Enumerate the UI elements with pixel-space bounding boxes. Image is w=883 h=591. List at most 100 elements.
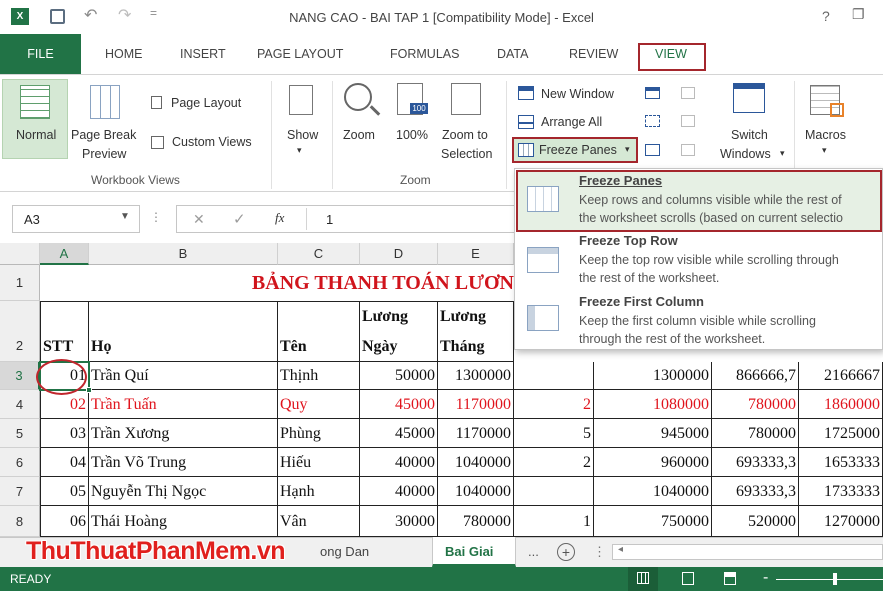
ribbon-display-icon[interactable]: ❐ [852, 6, 865, 23]
cell-r6-g[interactable]: 960000 [594, 448, 712, 477]
cell-r7-ho[interactable]: Nguyễn Thị Ngọc [89, 477, 278, 506]
cell-r4-i[interactable]: 1860000 [799, 390, 883, 419]
sheet-bar-grip-icon[interactable]: ⋮ [593, 544, 606, 560]
cell-r3-e[interactable]: 1300000 [438, 362, 514, 390]
cell-r6-e[interactable]: 1040000 [438, 448, 514, 477]
col-header-c[interactable]: C [278, 243, 360, 265]
zoom-to-selection-label-2[interactable]: Selection [441, 147, 492, 161]
unhide-icon[interactable] [645, 144, 660, 156]
tab-review[interactable]: REVIEW [569, 47, 618, 61]
macros-dropdown-icon[interactable]: ▾ [822, 145, 827, 156]
cell-r5-ho[interactable]: Trần Xương [89, 419, 278, 448]
enter-icon[interactable]: ✓ [233, 210, 246, 228]
cell-r3-d[interactable]: 50000 [360, 362, 438, 390]
fill-handle[interactable] [86, 387, 92, 393]
cell-r7-d[interactable]: 40000 [360, 477, 438, 506]
cell-r4-d[interactable]: 45000 [360, 390, 438, 419]
header-ho[interactable]: Họ [89, 301, 278, 362]
cell-r5-ten[interactable]: Phùng [278, 419, 360, 448]
freeze-panes-button[interactable]: Freeze Panes [539, 143, 617, 157]
cell-r8-i[interactable]: 1270000 [799, 506, 883, 537]
cell-r8-ho[interactable]: Thái Hoàng [89, 506, 278, 537]
zoom-slider-thumb[interactable] [833, 573, 837, 585]
cell-r7-ten[interactable]: Hạnh [278, 477, 360, 506]
cancel-icon[interactable]: ✕ [193, 211, 205, 228]
page-break-label-2[interactable]: Preview [82, 147, 126, 161]
cell-r8-ten[interactable]: Vân [278, 506, 360, 537]
cell-r3-g[interactable]: 1300000 [594, 362, 712, 390]
zoom-out-button[interactable]: - [763, 569, 768, 587]
show-button[interactable]: Show [287, 128, 318, 142]
row-header-7[interactable]: 7 [0, 477, 40, 506]
col-header-b[interactable]: B [89, 243, 278, 265]
cell-r7-h[interactable]: 693333,3 [712, 477, 799, 506]
cell-r4-ho[interactable]: Trần Tuấn [89, 390, 278, 419]
cell-r4-g[interactable]: 1080000 [594, 390, 712, 419]
cell-r8-d[interactable]: 30000 [360, 506, 438, 537]
cell-r5-d[interactable]: 45000 [360, 419, 438, 448]
tab-data[interactable]: DATA [497, 47, 528, 61]
name-box-dropdown-icon[interactable]: ▼ [120, 211, 130, 222]
cell-r3-ho[interactable]: Trần Quí [89, 362, 278, 390]
tab-home[interactable]: HOME [105, 47, 143, 61]
zoom-button[interactable]: Zoom [343, 128, 375, 142]
insert-function-icon[interactable]: fx [275, 210, 284, 226]
header-stt[interactable]: STT [40, 301, 89, 362]
cell-r8-f[interactable]: 1 [514, 506, 594, 537]
cell-r6-d[interactable]: 40000 [360, 448, 438, 477]
sheet-tab-partial[interactable]: ong Dan [320, 544, 369, 559]
add-sheet-button[interactable]: + [557, 543, 575, 561]
cell-r4-ten[interactable]: Quy [278, 390, 360, 419]
hide-icon[interactable] [645, 115, 660, 127]
cell-r8-h[interactable]: 520000 [712, 506, 799, 537]
page-layout-status-icon[interactable] [682, 572, 694, 585]
page-break-status-icon[interactable] [724, 572, 736, 585]
arrange-all-button[interactable]: Arrange All [541, 115, 602, 129]
cell-r5-h[interactable]: 780000 [712, 419, 799, 448]
cell-r6-f[interactable]: 2 [514, 448, 594, 477]
row-header-1[interactable]: 1 [0, 265, 40, 301]
header-luong-ngay[interactable]: Lương Ngày [360, 301, 438, 362]
cell-r5-i[interactable]: 1725000 [799, 419, 883, 448]
cell-r6-h[interactable]: 693333,3 [712, 448, 799, 477]
show-dropdown-icon[interactable]: ▾ [297, 145, 302, 156]
macros-button[interactable]: Macros [805, 128, 846, 142]
reset-window-position-icon[interactable] [681, 144, 695, 156]
col-header-d[interactable]: D [360, 243, 438, 265]
cell-r5-e[interactable]: 1170000 [438, 419, 514, 448]
row-header-6[interactable]: 6 [0, 448, 40, 477]
tab-view[interactable]: VIEW [655, 47, 687, 61]
cell-r7-i[interactable]: 1733333 [799, 477, 883, 506]
row-header-3[interactable]: 3 [0, 362, 40, 390]
view-side-by-side-icon[interactable] [681, 87, 695, 99]
cell-r6-stt[interactable]: 04 [40, 448, 89, 477]
tab-insert[interactable]: INSERT [180, 47, 226, 61]
switch-windows-label-1[interactable]: Switch [731, 128, 768, 142]
cell-r3-f[interactable] [514, 362, 594, 390]
split-icon[interactable] [645, 87, 660, 99]
cell-r7-e[interactable]: 1040000 [438, 477, 514, 506]
table-title[interactable]: BẢNG THANH TOÁN LƯƠN [40, 265, 514, 301]
zoom-slider[interactable] [776, 579, 883, 580]
cell-r8-e[interactable]: 780000 [438, 506, 514, 537]
cell-r3-ten[interactable]: Thịnh [278, 362, 360, 390]
cell-r4-h[interactable]: 780000 [712, 390, 799, 419]
cell-r6-ho[interactable]: Trần Võ Trung [89, 448, 278, 477]
cell-r8-g[interactable]: 750000 [594, 506, 712, 537]
cell-r7-stt[interactable]: 05 [40, 477, 89, 506]
zoom-100-button[interactable]: 100% [396, 128, 428, 142]
synchronous-scrolling-icon[interactable] [681, 115, 695, 127]
row-header-8[interactable]: 8 [0, 506, 40, 537]
cell-r6-i[interactable]: 1653333 [799, 448, 883, 477]
scroll-left-icon[interactable]: ◂ [618, 544, 623, 555]
tab-file[interactable]: FILE [0, 34, 81, 74]
cell-r5-f[interactable]: 5 [514, 419, 594, 448]
cell-r7-g[interactable]: 1040000 [594, 477, 712, 506]
help-icon[interactable]: ? [822, 8, 830, 24]
header-luong-thang[interactable]: Lương Tháng [438, 301, 514, 362]
cell-r4-e[interactable]: 1170000 [438, 390, 514, 419]
cell-r3-i[interactable]: 2166667 [799, 362, 883, 390]
row-header-2[interactable]: 2 [0, 301, 40, 362]
row-header-5[interactable]: 5 [0, 419, 40, 448]
header-ten[interactable]: Tên [278, 301, 360, 362]
